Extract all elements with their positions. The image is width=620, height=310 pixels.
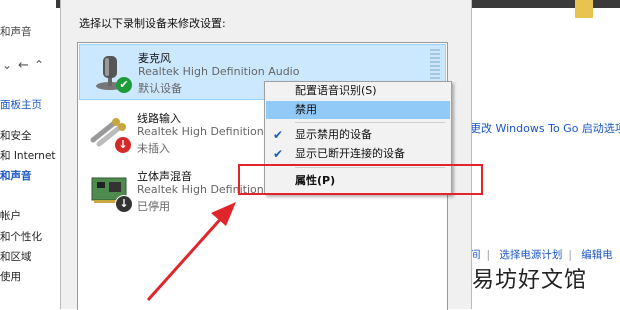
sidebar-item-region[interactable]: 和区域 <box>0 249 32 264</box>
sidebar-item-personalization[interactable]: 和个性化 <box>0 229 42 244</box>
default-device-check-icon: ✔ <box>116 77 132 93</box>
dialog-heading: 选择以下录制设备来修改设置: <box>79 17 226 30</box>
power-options-links: 间 | 选择电源计划 | 编辑电 <box>470 249 613 261</box>
device-name: 立体声混音 <box>137 170 192 183</box>
check-icon: ✔ <box>273 147 284 161</box>
sidebar-item-ease-of-access[interactable]: 使用 <box>0 269 21 284</box>
device-name: 线路输入 <box>137 112 181 125</box>
check-icon: ✔ <box>273 128 284 142</box>
device-name: 麦克风 <box>138 52 171 65</box>
sidebar-item-home[interactable]: 面板主页 <box>0 97 42 112</box>
disabled-arrow-icon: ↓ <box>115 195 133 213</box>
device-status: 默认设备 <box>138 82 182 95</box>
menu-separator <box>295 122 445 123</box>
nav-down-icon[interactable]: ⌄ <box>2 58 12 72</box>
menu-item-label: 显示禁用的设备 <box>295 128 372 141</box>
sidebar-item-sound[interactable]: 和声音 <box>0 168 32 183</box>
windows-to-go-link[interactable]: 更改 Windows To Go 启动选项 <box>470 120 620 136</box>
sidebar-title: 和声音 <box>0 26 32 38</box>
menu-item-label: 配置语音识别(S) <box>295 84 377 97</box>
menu-item-show-disconnected[interactable]: ✔ 显示已断开连接的设备 <box>266 145 450 163</box>
folder-icon <box>575 0 593 18</box>
highlight-box <box>238 164 483 195</box>
sidebar-item-security[interactable]: 和安全 <box>0 128 32 143</box>
device-driver: Realtek High Definition Au <box>137 125 282 138</box>
menu-item-label: 显示已断开连接的设备 <box>295 147 405 160</box>
watermark-text: 易坊好文馆 <box>472 268 588 293</box>
control-panel-sidebar: 和声音 ⌄ ← ⌃ 面板主页 和安全 和 Internet 和声音 帐户 和个性… <box>0 0 56 309</box>
bottom-link-edit[interactable]: 编辑电 <box>581 249 613 261</box>
device-driver: Realtek High Definition Audio <box>138 65 300 78</box>
bottom-link-power-plan[interactable]: 选择电源计划 <box>499 249 562 261</box>
menu-item-configure-speech[interactable]: 配置语音识别(S) <box>266 82 450 100</box>
level-meter <box>430 49 440 79</box>
sidebar-item-network[interactable]: 和 Internet <box>0 148 56 163</box>
sidebar-item-accounts[interactable]: 帐户 <box>0 208 21 223</box>
device-status: 未插入 <box>137 142 170 155</box>
menu-item-label: 禁用 <box>295 103 317 116</box>
nav-forward-icon[interactable]: ⌃ <box>34 58 44 72</box>
menu-item-show-disabled[interactable]: ✔ 显示禁用的设备 <box>266 126 450 144</box>
menu-item-disable[interactable]: 禁用 <box>266 101 450 119</box>
nav-back-icon[interactable]: ← <box>18 58 29 73</box>
device-status: 已停用 <box>137 200 170 213</box>
unplugged-arrow-icon: ↓ <box>115 137 131 153</box>
